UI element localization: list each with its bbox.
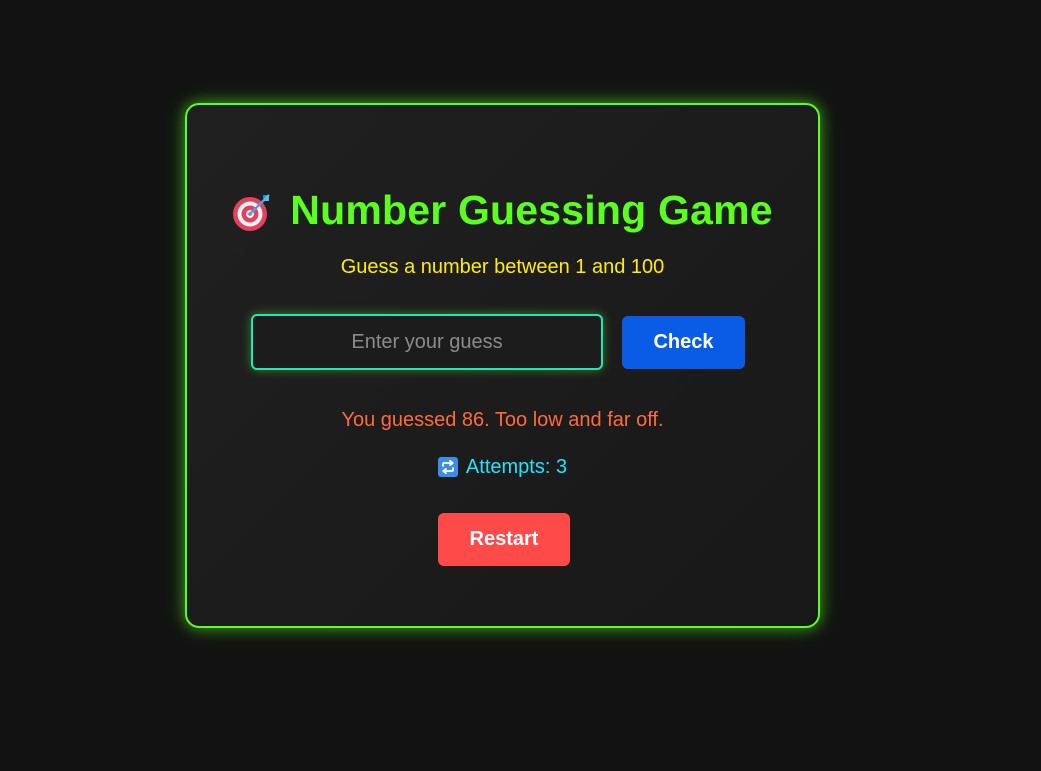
repeat-icon: [437, 457, 458, 477]
subtitle: Guess a number between 1 and 100: [340, 256, 665, 278]
attempts-text: Attempts: 3: [465, 456, 568, 478]
check-button[interactable]: Check: [622, 316, 745, 369]
attempts-counter: Attempts: 3: [187, 455, 818, 479]
title-row: Number Guessing Game: [187, 187, 818, 233]
game-card: Number Guessing Game Guess a number betw…: [185, 103, 820, 628]
restart-button[interactable]: Restart: [438, 513, 570, 566]
page-title: Number Guessing Game: [290, 187, 773, 233]
guess-input[interactable]: [251, 314, 603, 370]
target-dart-icon: [232, 192, 272, 232]
feedback-message: You guessed 86. Too low and far off.: [341, 409, 664, 431]
